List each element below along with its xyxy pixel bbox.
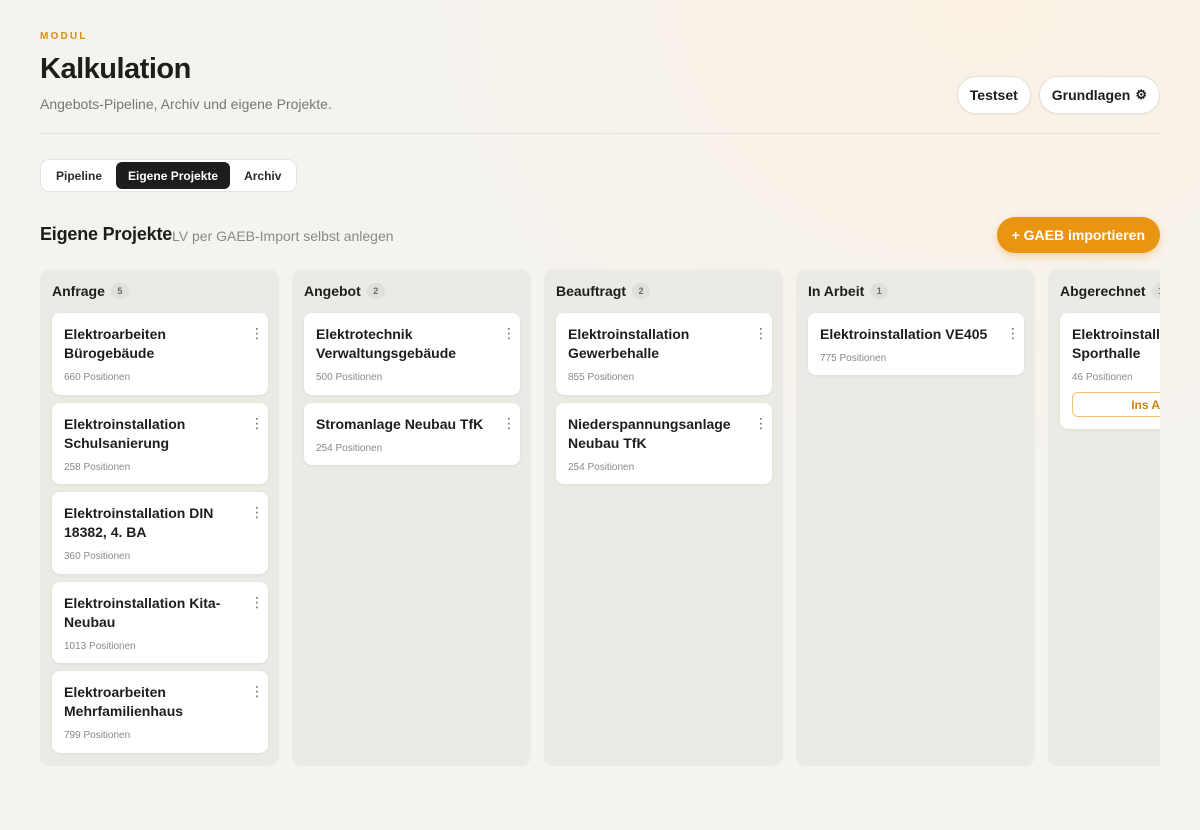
column-header: Beauftragt 2 (556, 283, 651, 299)
column-count-badge: 5 (110, 283, 129, 299)
project-card[interactable]: Elektroinstallation Sporthalle 46 Positi… (1060, 313, 1160, 429)
column-beauftragt: Beauftragt 2 Elektroinstallation Gewerbe… (544, 269, 783, 766)
column-header: Angebot 2 (304, 283, 385, 299)
project-card[interactable]: Elektroinstallation VE405 775 Positionen… (808, 313, 1024, 375)
column-title: Abgerechnet (1060, 283, 1146, 299)
card-positions: 254 Positionen (316, 443, 383, 454)
archive-button[interactable]: Ins Archiv (1072, 392, 1160, 417)
more-vertical-icon[interactable]: ⋮ (502, 416, 516, 430)
column-header: Abgerechnet 1 (1060, 283, 1160, 299)
page-title: Kalkulation (40, 53, 191, 85)
tab-pipeline[interactable]: Pipeline (44, 162, 114, 189)
grundlagen-button[interactable]: Grundlagen ⚙ (1038, 76, 1160, 114)
gaeb-import-button[interactable]: + GAEB importieren (996, 217, 1160, 253)
card-title: Elektroinstallation Gewerbehalle (568, 326, 690, 361)
column-angebot: Angebot 2 Elektrotechnik Verwaltungsgebä… (292, 269, 531, 766)
more-vertical-icon[interactable]: ⋮ (1006, 326, 1020, 340)
card-positions: 855 Positionen (568, 372, 635, 383)
card-positions: 258 Positionen (64, 462, 131, 473)
card-title: Elektroarbeiten Bürogebäude (64, 326, 166, 361)
header-actions: Testset Grundlagen ⚙ (956, 76, 1160, 114)
more-vertical-icon[interactable]: ⋮ (250, 505, 264, 519)
card-title: Elektroinstallation DIN 18382, 4. BA (64, 505, 214, 540)
more-vertical-icon[interactable]: ⋮ (502, 326, 516, 340)
more-vertical-icon[interactable]: ⋮ (250, 416, 264, 430)
project-card[interactable]: Elektroinstallation DIN 18382, 4. BA 360… (52, 492, 268, 574)
column-count-badge: 1 (1151, 283, 1160, 299)
kanban-board: Anfrage 5 Elektroarbeiten Bürogebäude 66… (40, 269, 1160, 766)
column-in-arbeit: In Arbeit 1 Elektroinstallation VE405 77… (796, 269, 1035, 766)
project-card[interactable]: Elektroarbeiten Bürogebäude 660 Position… (52, 313, 268, 395)
column-title: Angebot (304, 283, 361, 299)
gear-icon: ⚙ (1135, 87, 1147, 102)
column-count-badge: 2 (366, 283, 385, 299)
card-positions: 1013 Positionen (64, 641, 136, 652)
project-card[interactable]: Elektroinstallation Kita-Neubau 1013 Pos… (52, 582, 268, 663)
card-positions: 46 Positionen (1072, 372, 1133, 383)
section-subtitle: LV per GAEB-Import selbst anlegen (172, 228, 394, 244)
card-positions: 500 Positionen (316, 372, 383, 383)
tab-eigene-projekte[interactable]: Eigene Projekte (116, 162, 231, 189)
tab-archiv[interactable]: Archiv (232, 162, 293, 189)
grundlagen-button-label: Grundlagen (1051, 87, 1131, 103)
column-title: Beauftragt (556, 283, 627, 299)
testset-button-label: Testset (969, 87, 1018, 103)
card-title: Elektroarbeiten Mehrfamilienhaus (64, 684, 184, 719)
project-card[interactable]: Elektrotechnik Verwaltungsgebäude 500 Po… (304, 313, 520, 395)
column-title: In Arbeit (808, 283, 865, 299)
card-title: Stromanlage Neubau TfK (316, 416, 484, 432)
column-abgerechnet: Abgerechnet 1 Elektroinstallation Sporth… (1048, 269, 1160, 766)
card-title: Elektroinstallation Kita-Neubau (64, 595, 221, 630)
column-title: Anfrage (52, 283, 105, 299)
project-card[interactable]: Elektroinstallation Schulsanierung 258 P… (52, 403, 268, 484)
testset-button[interactable]: Testset (956, 76, 1031, 114)
more-vertical-icon[interactable]: ⋮ (754, 416, 768, 430)
kalkulation-page: MODUL Kalkulation Angebots-Pipeline, Arc… (40, 0, 1160, 830)
card-positions: 775 Positionen (820, 353, 887, 364)
more-vertical-icon[interactable]: ⋮ (754, 326, 768, 340)
section-title: Eigene Projekte (40, 224, 173, 244)
column-anfrage: Anfrage 5 Elektroarbeiten Bürogebäude 66… (40, 269, 279, 766)
column-header: In Arbeit 1 (808, 283, 889, 299)
card-title: Elektroinstallation Schulsanierung (64, 416, 186, 451)
project-card[interactable]: Niederspannungsanlage Neubau TfK 254 Pos… (556, 403, 772, 484)
card-positions: 799 Positionen (64, 730, 131, 741)
card-positions: 660 Positionen (64, 372, 131, 383)
card-positions: 254 Positionen (568, 462, 635, 473)
column-header: Anfrage 5 (52, 283, 129, 299)
page-subtitle: Angebots-Pipeline, Archiv und eigene Pro… (40, 96, 332, 112)
more-vertical-icon[interactable]: ⋮ (250, 684, 264, 698)
project-card[interactable]: Elektroinstallation Gewerbehalle 855 Pos… (556, 313, 772, 395)
module-label: MODUL (40, 31, 88, 42)
project-card[interactable]: Elektroarbeiten Mehrfamilienhaus 799 Pos… (52, 671, 268, 753)
project-card[interactable]: Stromanlage Neubau TfK 254 Positionen ⋮ (304, 403, 520, 465)
column-count-badge: 2 (632, 283, 651, 299)
more-vertical-icon[interactable]: ⋮ (250, 595, 264, 609)
card-positions: 360 Positionen (64, 551, 131, 562)
card-title: Elektroinstallation Sporthalle (1072, 326, 1160, 361)
view-tabs: Pipeline Eigene Projekte Archiv (40, 159, 298, 192)
card-title: Elektrotechnik Verwaltungsgebäude (316, 326, 457, 361)
more-vertical-icon[interactable]: ⋮ (250, 326, 264, 340)
header-divider (40, 133, 1160, 134)
card-title: Niederspannungsanlage Neubau TfK (568, 416, 731, 451)
column-count-badge: 1 (870, 283, 889, 299)
card-title: Elektroinstallation VE405 (820, 326, 988, 342)
